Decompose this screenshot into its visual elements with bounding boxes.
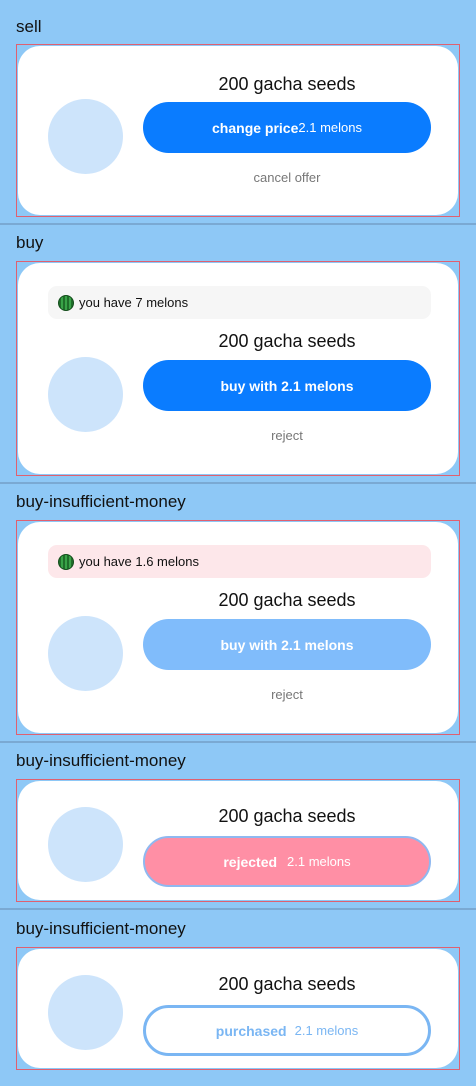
section-label-sell: sell [16,17,42,36]
buy-button[interactable]: buy with 2.1 melons [143,360,431,411]
item-avatar [48,99,123,174]
offer-card: you have 1.6 melons 200 gacha seeds buy … [18,522,458,733]
button-label: purchased [215,1022,287,1039]
purchased-frame: 200 gacha seeds purchased 2.1 melons [16,947,460,1070]
button-label: rejected [223,853,278,870]
section-divider [0,223,476,225]
offer-card: you have 7 melons 200 gacha seeds buy wi… [18,263,458,474]
offer-card: 200 gacha seeds rejected 2.1 melons [18,781,458,900]
balance-text: you have 7 melons [79,295,189,310]
balance-text: you have 1.6 melons [79,554,199,569]
section-divider [0,741,476,743]
item-title: 200 gacha seeds [218,331,356,351]
section-divider [0,482,476,484]
item-avatar [48,807,123,882]
item-title: 200 gacha seeds [218,590,356,610]
offer-card: 200 gacha seeds change price 2.1 melons c… [18,46,458,215]
button-label: buy with 2.1 melons [220,377,354,394]
sell-frame: 200 gacha seeds change price 2.1 melons c… [16,44,460,217]
balance-banner: you have 7 melons [48,286,431,319]
section-divider [0,908,476,910]
reject-link[interactable]: reject [143,687,431,702]
rejected-button[interactable]: rejected 2.1 melons [143,836,431,887]
button-price: 2.1 melons [298,120,362,135]
offer-card: 200 gacha seeds purchased 2.1 melons [18,949,458,1068]
button-label: change price [212,119,299,136]
buy-button-disabled[interactable]: buy with 2.1 melons [143,619,431,670]
section-label-buy-insufficient-money: buy-insufficient-money [16,492,186,511]
item-title: 200 gacha seeds [218,806,356,826]
button-price: 2.1 melons [287,854,351,869]
item-title: 200 gacha seeds [218,74,356,94]
change-price-button[interactable]: change price 2.1 melons [143,102,431,153]
item-title: 200 gacha seeds [218,974,356,994]
reject-link[interactable]: reject [143,428,431,443]
buy-insufficient-frame: you have 1.6 melons 200 gacha seeds buy … [16,520,460,735]
item-avatar [48,357,123,432]
section-label-buy-insufficient-money: buy-insufficient-money [16,919,186,938]
section-label-buy-insufficient-money: buy-insufficient-money [16,751,186,770]
section-label-buy: buy [16,233,44,252]
purchased-button[interactable]: purchased 2.1 melons [143,1005,431,1056]
watermelon-icon [58,294,74,311]
low-balance-banner: you have 1.6 melons [48,545,431,578]
buy-frame: you have 7 melons 200 gacha seeds buy wi… [16,261,460,476]
watermelon-icon [58,553,74,570]
button-price: 2.1 melons [294,1023,359,1038]
button-label: buy with 2.1 melons [220,636,354,653]
item-avatar [48,616,123,691]
cancel-offer-link[interactable]: cancel offer [143,170,431,185]
item-avatar [48,975,123,1050]
rejected-frame: 200 gacha seeds rejected 2.1 melons [16,779,460,902]
